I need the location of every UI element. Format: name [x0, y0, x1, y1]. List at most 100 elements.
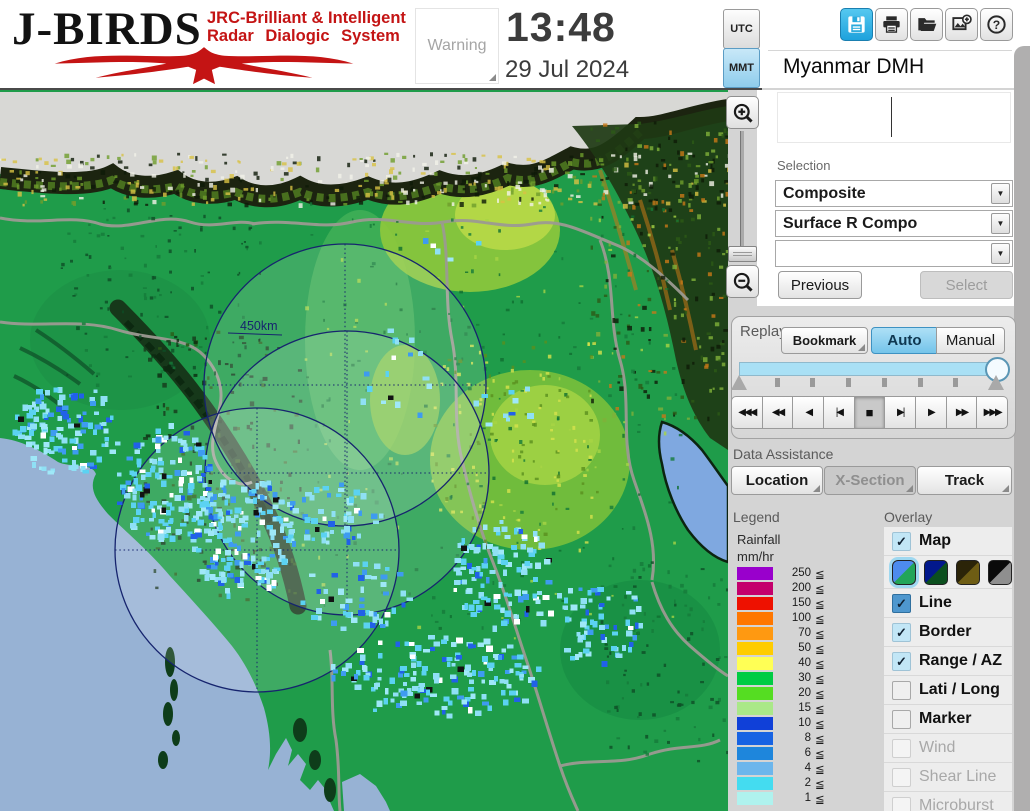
warning-button[interactable]: Warning	[415, 8, 499, 84]
stop-icon: ■	[865, 405, 874, 420]
dropdown-value: Composite	[783, 184, 866, 202]
checkbox-unchecked-icon[interactable]	[892, 680, 911, 700]
stop-button[interactable]: ■	[854, 396, 886, 429]
radar-map[interactable]: 450km	[0, 90, 732, 811]
map-style-blue-green-swatch[interactable]	[892, 559, 916, 585]
legend-row: 200 ≦	[737, 581, 847, 596]
legend-color-swatch	[737, 747, 773, 760]
checkbox-checked-icon[interactable]: ✓	[892, 593, 911, 613]
checkbox-unchecked-icon[interactable]	[892, 709, 911, 729]
slider-start-marker[interactable]	[731, 375, 747, 390]
legend-value: 40	[798, 657, 811, 669]
previous-button[interactable]: Previous	[778, 271, 862, 299]
slider-tick	[846, 378, 852, 387]
bookmark-button[interactable]: Bookmark	[781, 327, 868, 354]
utc-toggle-button[interactable]: UTC	[723, 9, 760, 49]
selection-dropdown-1[interactable]: Composite ▼	[775, 180, 1013, 207]
selection-dropdown-3[interactable]: ▼	[775, 240, 1013, 267]
print-button[interactable]	[875, 8, 908, 41]
overlay-item-range-az[interactable]: ✓ Range / AZ	[884, 647, 1012, 676]
checkbox-checked-icon[interactable]: ✓	[892, 531, 911, 551]
legend-row: 6 ≦	[737, 746, 847, 761]
skip-to-end-button[interactable]: ▶|	[885, 396, 917, 429]
range-ring-label: 450km	[240, 319, 278, 333]
legend-color-swatch	[737, 792, 773, 805]
legend-row: 8 ≦	[737, 731, 847, 746]
checkbox-unchecked-icon	[892, 767, 911, 787]
overlay-item-label: Border	[919, 623, 972, 640]
zoom-slider-handle[interactable]	[728, 246, 757, 262]
mmt-toggle-button[interactable]: MMT	[723, 48, 760, 88]
step-back-icon: ◀	[805, 407, 813, 418]
fast-rewind-triple-button[interactable]: ◀◀◀	[731, 396, 763, 429]
fast-forward-icon: ▶▶	[955, 407, 969, 418]
add-image-button[interactable]	[945, 8, 978, 41]
step-back-button[interactable]: ◀	[793, 396, 825, 429]
legend-value: 70	[798, 627, 811, 639]
overlay-item-border[interactable]: ✓ Border	[884, 618, 1012, 647]
slider-tick	[774, 378, 780, 387]
overlay-item-line[interactable]: ✓ Line	[884, 589, 1012, 618]
replay-slider-track[interactable]	[739, 362, 1004, 376]
select-button[interactable]: Select	[920, 271, 1013, 299]
location-button[interactable]: Location	[731, 466, 823, 495]
legend-row: 10 ≦	[737, 716, 847, 731]
slider-end-marker[interactable]	[988, 375, 1004, 390]
open-folder-button[interactable]	[910, 8, 943, 41]
legend-row: 100 ≦	[737, 611, 847, 626]
checkbox-checked-icon[interactable]: ✓	[892, 651, 911, 671]
skip-to-start-icon: |◀	[835, 407, 844, 418]
station-divider	[768, 50, 1012, 51]
chevron-down-icon[interactable]: ▼	[991, 243, 1010, 264]
dropdown-value: Surface R Compo	[783, 214, 918, 232]
site-info-box[interactable]	[777, 92, 1011, 143]
x-section-button[interactable]: X-Section	[824, 466, 916, 495]
legend-lte-symbol: ≦	[815, 779, 825, 791]
overlay-item-map[interactable]: ✓ Map	[884, 527, 1012, 556]
chevron-down-icon[interactable]: ▼	[991, 213, 1010, 234]
legend-value: 250	[791, 567, 811, 579]
zoom-slider-track[interactable]	[740, 131, 744, 257]
data-assistance-label: Data Assistance	[733, 446, 834, 462]
checkbox-checked-icon[interactable]: ✓	[892, 622, 911, 642]
legend-lte-symbol: ≦	[815, 629, 825, 641]
legend-title-line1: Rainfall	[737, 532, 781, 547]
help-button[interactable]: ?	[980, 8, 1013, 41]
selection-label: Selection	[777, 158, 831, 173]
overlay-item-microburst: Microburst	[884, 792, 1012, 811]
save-icon	[848, 16, 865, 33]
play-icon: ▶	[928, 407, 936, 418]
legend-color-swatch	[737, 672, 773, 685]
clock-date: 29 Jul 2024	[505, 56, 630, 83]
legend-lte-symbol: ≦	[815, 764, 825, 776]
chevron-down-icon[interactable]: ▼	[991, 183, 1010, 204]
overlay-item-label: Shear Line	[919, 768, 997, 785]
fast-forward-button[interactable]: ▶▶	[946, 396, 978, 429]
manual-mode-button[interactable]: Manual	[936, 327, 1005, 354]
open-folder-icon	[918, 18, 937, 32]
auto-mode-button[interactable]: Auto	[871, 327, 938, 354]
skip-to-start-button[interactable]: |◀	[824, 396, 855, 429]
legend-color-swatch	[737, 717, 773, 730]
overlay-item-lati-long[interactable]: Lati / Long	[884, 676, 1012, 705]
fast-rewind-button[interactable]: ◀◀	[762, 396, 794, 429]
play-button[interactable]: ▶	[916, 396, 947, 429]
legend-value: 30	[798, 672, 811, 684]
track-button[interactable]: Track	[917, 466, 1012, 495]
zoom-in-button[interactable]	[726, 96, 759, 129]
legend-value: 100	[791, 612, 811, 624]
map-style-black-gray-swatch[interactable]	[988, 559, 1012, 585]
map-style-dark-olive-swatch[interactable]	[956, 559, 980, 585]
map-style-navy-darkgreen-swatch[interactable]	[924, 559, 948, 585]
overlay-item-wind: Wind	[884, 734, 1012, 763]
selection-dropdown-2[interactable]: Surface R Compo ▼	[775, 210, 1013, 237]
overlay-item-marker[interactable]: Marker	[884, 705, 1012, 734]
eagle-logo-icon	[54, 47, 354, 85]
legend-value: 15	[798, 702, 811, 714]
legend-title-line2: mm/hr	[737, 549, 774, 564]
fast-forward-triple-button[interactable]: ▶▶▶	[977, 396, 1009, 429]
slider-tick	[917, 378, 923, 387]
legend-row: 70 ≦	[737, 626, 847, 641]
zoom-out-button[interactable]	[726, 265, 759, 298]
save-button[interactable]	[840, 8, 873, 41]
